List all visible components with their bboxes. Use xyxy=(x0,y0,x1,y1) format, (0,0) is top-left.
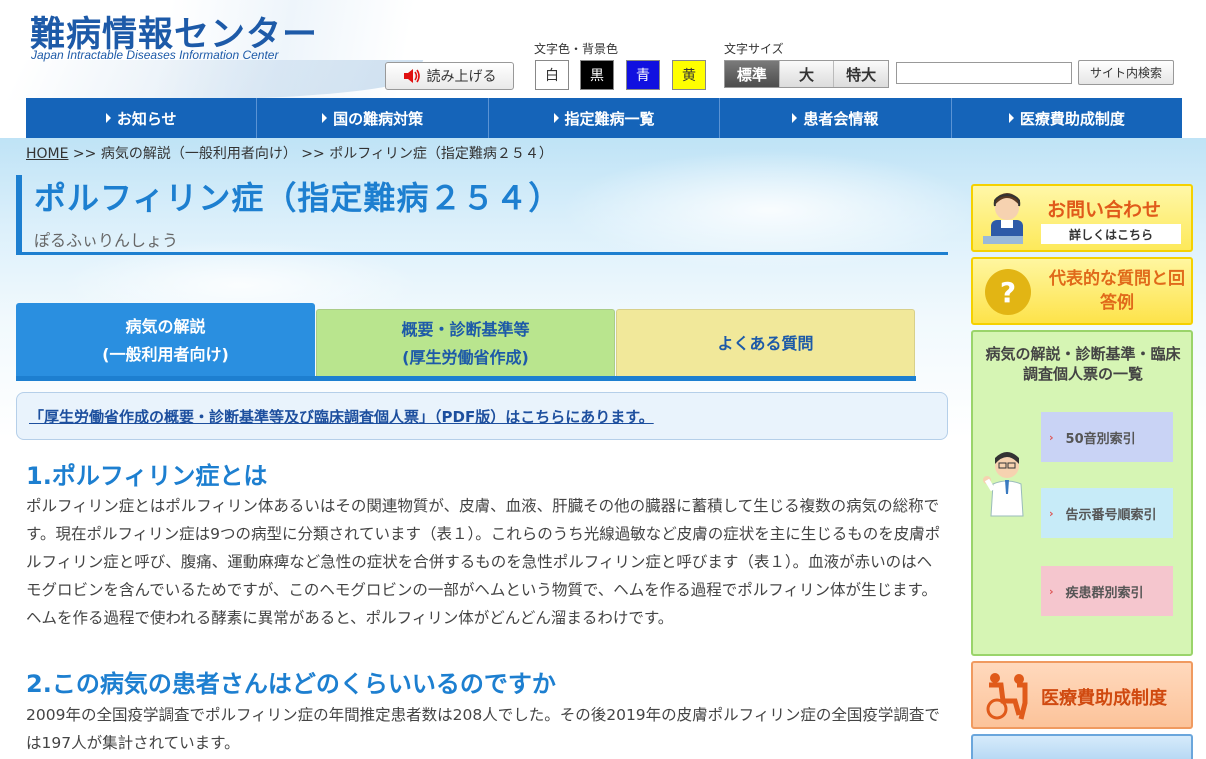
index-label: 告示番号順索引 xyxy=(1065,507,1157,523)
nav-item-medical-subsidy[interactable]: 医療費助成制度 xyxy=(952,98,1182,138)
medical-subsidy-banner[interactable]: 医療費助成制度 xyxy=(971,661,1193,729)
index-disease-group-button[interactable]: › 疾患群別索引 xyxy=(1041,566,1173,616)
font-size-label: 文字サイズ xyxy=(724,42,784,56)
breadcrumb-home-link[interactable]: HOME xyxy=(26,146,68,162)
national-policy-banner[interactable] xyxy=(971,734,1193,759)
index-gojuon-button[interactable]: › 50音別索引 xyxy=(1041,412,1173,462)
medical-subsidy-title: 医療費助成制度 xyxy=(1041,688,1167,709)
faq-title: 代表的な質問と回答例 xyxy=(1049,269,1185,313)
main-nav: お知らせ 国の難病対策 指定難病一覧 患者会情報 医療費助成制度 xyxy=(26,98,1182,138)
nav-label: 国の難病対策 xyxy=(333,109,424,128)
page-title-reading: ぽるふぃりんしょう xyxy=(34,231,179,250)
index-label: 疾患群別索引 xyxy=(1065,585,1144,601)
contact-details-link[interactable]: 詳しくはこちら xyxy=(1041,224,1181,244)
nav-arrow-icon xyxy=(1008,113,1014,123)
color-yellow-button[interactable]: 黄 xyxy=(672,60,706,90)
section-body: 2009年の全国疫学調査でポルフィリン症の年間推定患者数は208人でした。その後… xyxy=(26,706,940,752)
tab-label: (一般利用者向け) xyxy=(102,344,229,364)
faq-banner[interactable]: ? 代表的な質問と回答例 xyxy=(971,257,1193,325)
nav-arrow-icon xyxy=(553,113,559,123)
speaker-icon xyxy=(403,69,420,83)
site-search-input[interactable] xyxy=(896,62,1072,84)
color-blue-button[interactable]: 青 xyxy=(626,60,660,90)
nav-item-news[interactable]: お知らせ xyxy=(26,98,258,138)
tab-label: よくある質問 xyxy=(717,334,814,353)
tab-overview-criteria[interactable]: 概要・診断基準等 (厚生労働省作成) xyxy=(316,309,615,378)
section-heading: 2.この病気の患者さんはどのくらいいるのですか xyxy=(26,670,556,698)
nav-label: お知らせ xyxy=(116,109,177,128)
nav-item-disease-list[interactable]: 指定難病一覧 xyxy=(489,98,721,138)
wheelchair-icon xyxy=(986,673,1028,720)
page-title: ポルフィリン症（指定難病２５４） xyxy=(34,179,562,217)
read-aloud-label: 読み上げる xyxy=(426,69,497,85)
index-arrow-icon: › xyxy=(1049,584,1054,598)
section-heading: 1.ポルフィリン症とは xyxy=(26,462,268,490)
content-tabs: 病気の解説 (一般利用者向け) 概要・診断基準等 (厚生労働省作成) よくある質… xyxy=(16,303,916,381)
color-black-button[interactable]: 黒 xyxy=(580,60,614,90)
nav-arrow-icon xyxy=(105,113,111,123)
index-arrow-icon: › xyxy=(1049,506,1054,520)
font-size-selector: 標準 大 特大 xyxy=(724,60,889,88)
tab-faq[interactable]: よくある質問 xyxy=(616,309,915,378)
index-notification-number-button[interactable]: › 告示番号順索引 xyxy=(1041,488,1173,538)
nav-arrow-icon xyxy=(322,113,328,123)
question-icon: ? xyxy=(985,269,1031,315)
font-size-standard-button[interactable]: 標準 xyxy=(725,61,780,87)
contact-title: お問い合わせ xyxy=(1047,199,1162,221)
doctor-icon xyxy=(983,452,1024,517)
index-panel-title: 病気の解説・診断基準・臨床調査個人票の一覧 xyxy=(985,345,1181,383)
contact-banner[interactable]: お問い合わせ 詳しくはこちら xyxy=(971,184,1193,252)
index-arrow-icon: › xyxy=(1049,430,1054,444)
read-aloud-button[interactable]: 読み上げる xyxy=(385,62,514,90)
tab-underline xyxy=(16,376,916,381)
site-search-button[interactable]: サイト内検索 xyxy=(1078,60,1174,85)
tab-label: 病気の解説 xyxy=(125,316,206,336)
nav-item-policy[interactable]: 国の難病対策 xyxy=(257,98,489,138)
nav-arrow-icon xyxy=(792,113,798,123)
font-size-xlarge-button[interactable]: 特大 xyxy=(834,61,889,87)
font-size-large-button[interactable]: 大 xyxy=(779,61,835,87)
pdf-notice-box: 「厚生労働省作成の概要・診断基準等及び臨床調査個人票」（PDF版）はこちらにあり… xyxy=(16,392,948,440)
color-white-button[interactable]: 白 xyxy=(535,60,569,90)
pdf-link[interactable]: 「厚生労働省作成の概要・診断基準等及び臨床調査個人票」（PDF版）はこちらにあり… xyxy=(29,406,654,427)
section-body: ポルフィリン症とはポルフィリン体あるいはその関連物質が、皮膚、血液、肝臓その他の… xyxy=(26,497,941,627)
nav-label: 医療費助成制度 xyxy=(1019,109,1125,128)
breadcrumb: HOME >> 病気の解説（一般利用者向け） >> ポルフィリン症（指定難病２５… xyxy=(26,143,553,163)
tab-label: (厚生労働省作成) xyxy=(402,348,529,367)
site-logo-english[interactable]: Japan Intractable Diseases Information C… xyxy=(31,48,278,62)
breadcrumb-trail: >> 病気の解説（一般利用者向け） >> ポルフィリン症（指定難病２５４） xyxy=(68,146,553,162)
tab-label: 概要・診断基準等 xyxy=(401,320,530,339)
nav-item-patient-groups[interactable]: 患者会情報 xyxy=(720,98,952,138)
nav-label: 患者会情報 xyxy=(803,109,879,128)
nav-label: 指定難病一覧 xyxy=(564,109,655,128)
operator-icon xyxy=(983,193,1023,244)
index-label: 50音別索引 xyxy=(1065,431,1136,447)
tab-general-explanation[interactable]: 病気の解説 (一般利用者向け) xyxy=(16,303,315,378)
disease-index-panel: 病気の解説・診断基準・臨床調査個人票の一覧 › 50音別索引 › 告示番号順索引 ›… xyxy=(971,330,1193,656)
color-label: 文字色・背景色 xyxy=(534,42,619,56)
